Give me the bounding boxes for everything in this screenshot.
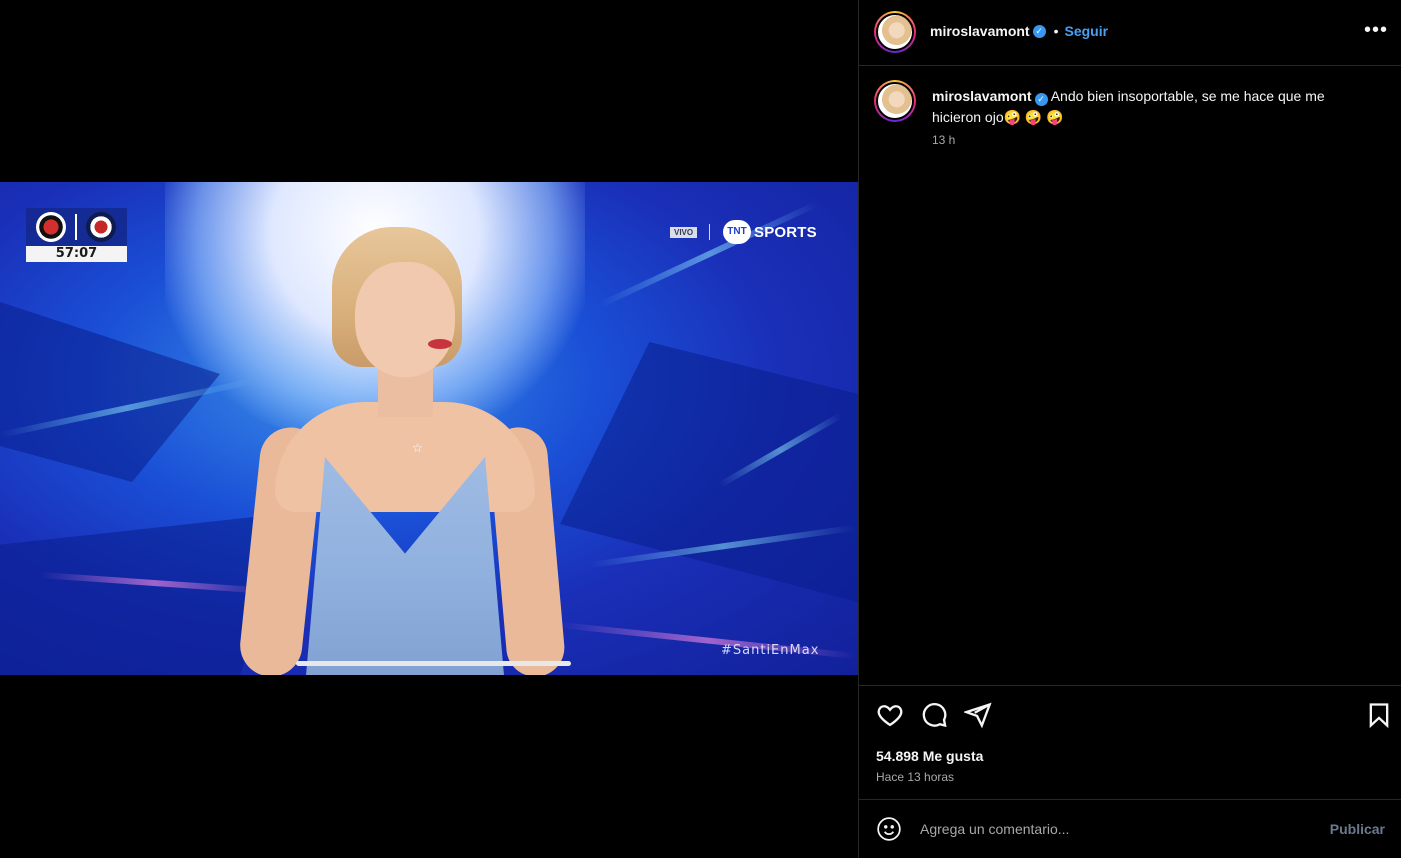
follow-button[interactable]: Seguir bbox=[1065, 23, 1109, 39]
post-header: miroslavamont ✓ • Seguir ••• bbox=[859, 0, 1401, 66]
comment-bar: Publicar bbox=[859, 800, 1401, 858]
caption-timestamp[interactable]: 13 h bbox=[932, 133, 955, 147]
caption-text-block: miroslavamont ✓ Ando bien insoportable, s… bbox=[932, 86, 1372, 128]
avatar[interactable] bbox=[874, 11, 916, 53]
comment-input[interactable] bbox=[920, 818, 1300, 840]
presenter-shoulders bbox=[275, 402, 535, 512]
crest-divider bbox=[75, 214, 77, 240]
like-heart-icon[interactable] bbox=[876, 701, 904, 729]
presenter: ☆ bbox=[237, 227, 567, 675]
match-scorebox: 57:07 bbox=[26, 208, 127, 262]
publish-button[interactable]: Publicar bbox=[1330, 821, 1385, 837]
show-hashtag: #SantiEnMax bbox=[721, 643, 820, 658]
post-details-panel: miroslavamont ✓ • Seguir ••• miroslavamo… bbox=[858, 0, 1401, 858]
feyenoord-crest-icon bbox=[86, 212, 116, 242]
video-player[interactable]: ☆ 57:07 VIVO TNT SPORTS #SantiEnMax bbox=[0, 182, 858, 675]
verified-badge-icon: ✓ bbox=[1032, 24, 1046, 38]
save-bookmark-icon[interactable] bbox=[1365, 701, 1393, 729]
post-media: ☆ 57:07 VIVO TNT SPORTS #SantiEnMax bbox=[0, 0, 858, 858]
post-timestamp[interactable]: Hace 13 horas bbox=[876, 770, 954, 784]
more-options-icon[interactable]: ••• bbox=[1364, 20, 1388, 44]
ac-milan-crest-icon bbox=[36, 212, 66, 242]
broadcaster-suffix: SPORTS bbox=[754, 223, 817, 241]
likes-count[interactable]: 54.898 Me gusta bbox=[876, 748, 983, 764]
presenter-lips bbox=[428, 339, 452, 349]
post-actions: 54.898 Me gusta Hace 13 horas bbox=[859, 685, 1401, 800]
caption-username[interactable]: miroslavamont bbox=[932, 88, 1032, 104]
comment-bubble-icon[interactable] bbox=[920, 701, 948, 729]
presenter-face bbox=[355, 262, 455, 377]
author-username[interactable]: miroslavamont bbox=[930, 23, 1030, 39]
tnt-logo-icon: TNT bbox=[723, 220, 751, 244]
share-paper-plane-icon[interactable] bbox=[962, 701, 992, 729]
team-logos bbox=[26, 208, 127, 246]
broadcaster-logo: TNT SPORTS bbox=[723, 220, 817, 244]
brand-divider bbox=[709, 224, 710, 240]
video-progress-bar[interactable] bbox=[296, 661, 571, 666]
light-ray bbox=[598, 200, 819, 308]
separator-dot: • bbox=[1053, 23, 1059, 39]
verified-badge-icon: ✓ bbox=[1034, 93, 1048, 106]
author-info: miroslavamont ✓ • Seguir bbox=[930, 23, 1108, 39]
avatar-image bbox=[876, 13, 914, 51]
avatar-image bbox=[876, 82, 914, 120]
emoji-smiley-icon[interactable] bbox=[876, 816, 902, 842]
match-clock: 57:07 bbox=[26, 246, 127, 262]
avatar[interactable] bbox=[874, 80, 916, 122]
star-pendant-icon: ☆ bbox=[412, 441, 423, 455]
live-tag: VIVO bbox=[670, 227, 698, 238]
